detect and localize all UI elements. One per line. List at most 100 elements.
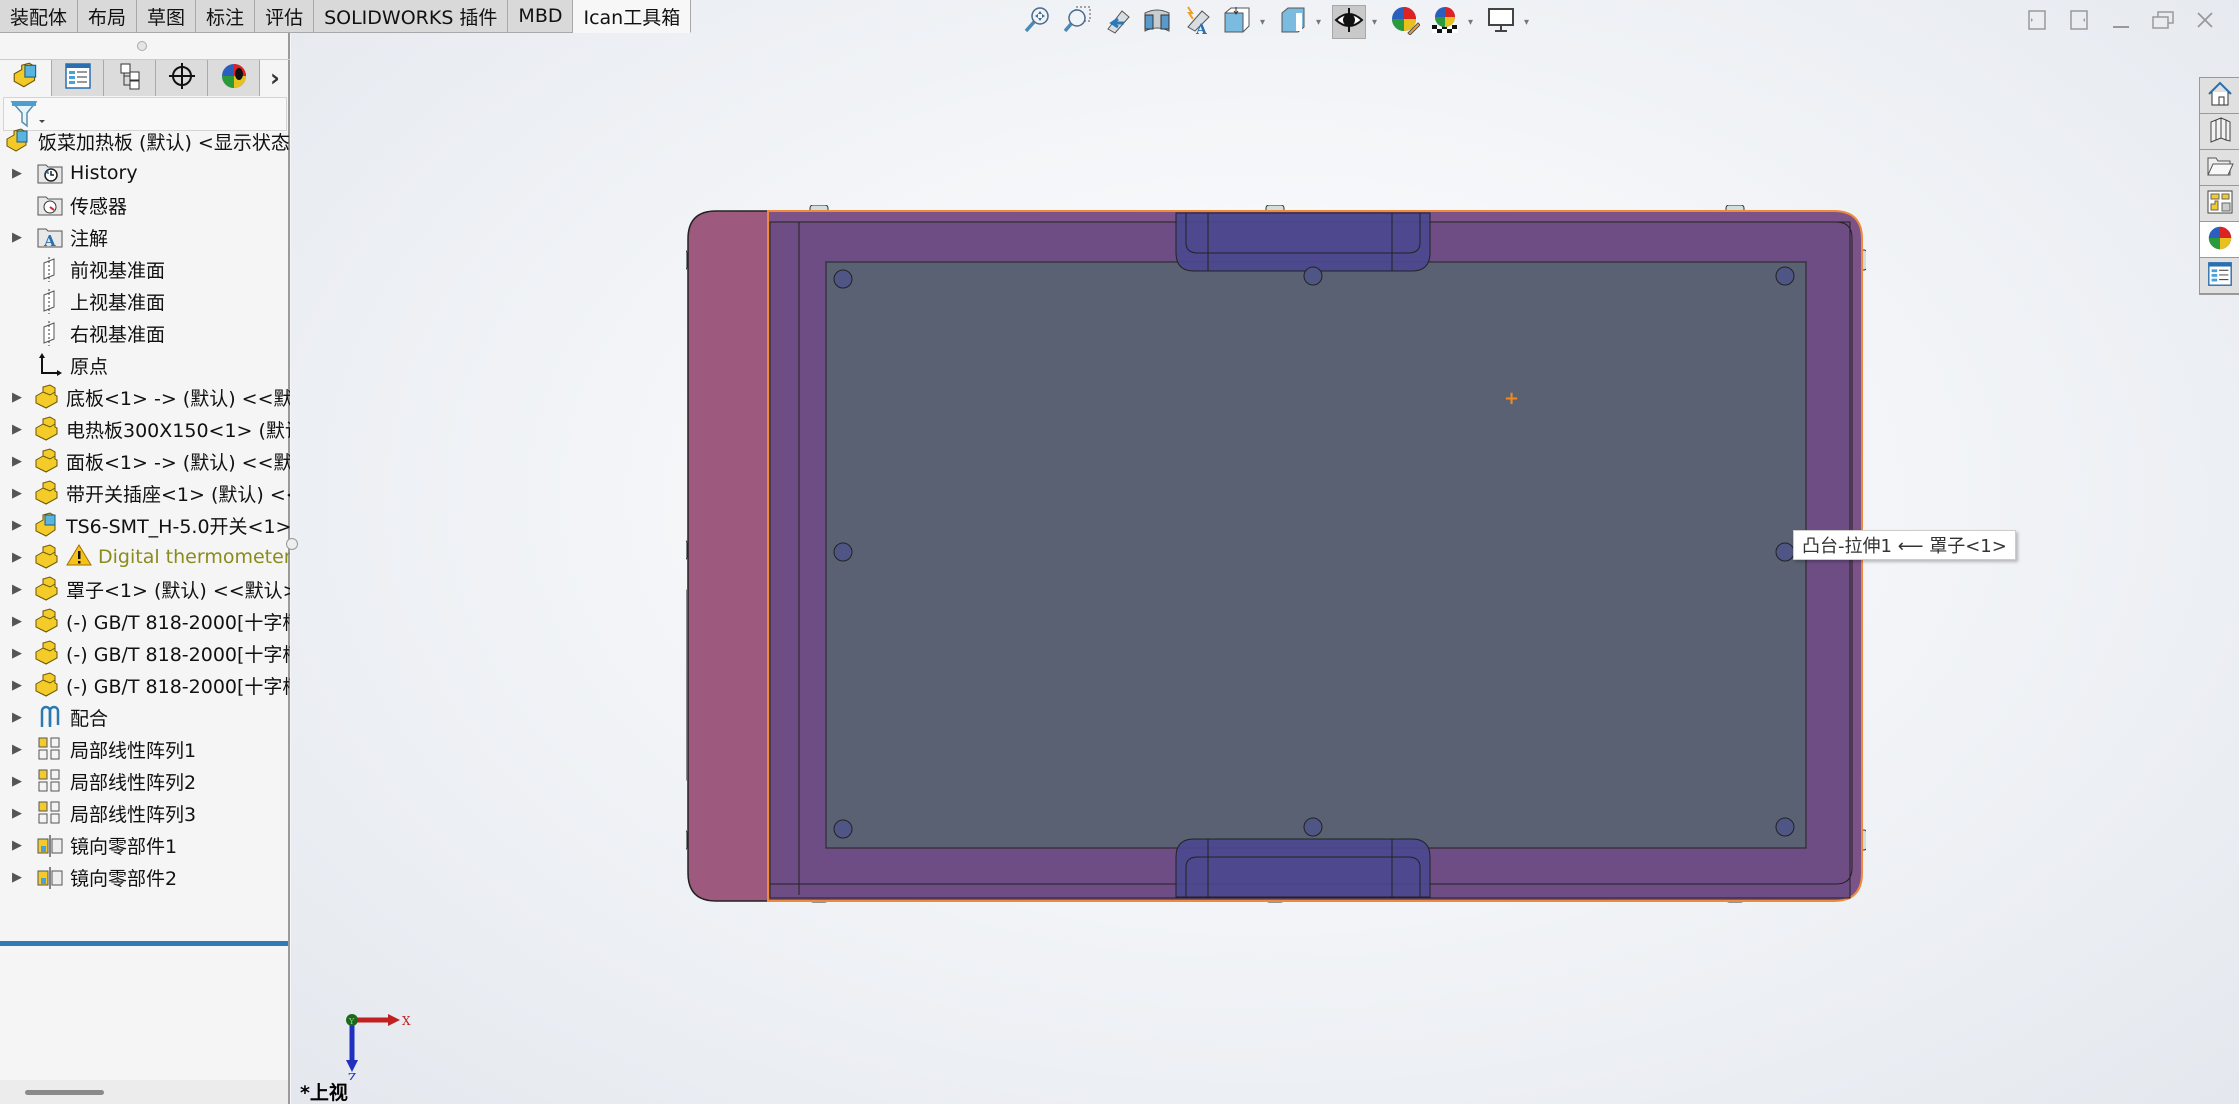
zoom-to-fit-button[interactable] [1020,5,1054,39]
tree-item-label: 局部线性阵列1 [70,739,197,762]
tree-item[interactable]: ▶ 底板<1> -> (默认) <<默认 [0,381,290,413]
scrollbar-thumb[interactable] [25,1090,104,1095]
tab-0[interactable]: 装配体 [0,0,79,33]
close-icon[interactable] [2193,8,2217,32]
tree-item[interactable]: 上视基准面 [0,285,290,317]
tree-item[interactable]: ▶ History [0,157,290,189]
chevron-right-icon[interactable]: › [260,60,290,96]
tree-item[interactable]: ▶ A 注解 [0,221,290,253]
expand-arrow-icon[interactable]: ▶ [12,582,22,597]
tree-item[interactable]: 前视基准面 [0,253,290,285]
tree-item[interactable]: ▶ 局部线性阵列3 [0,797,290,829]
tree-item[interactable]: ▶ (-) GB∕T 818-2000[十字槽 [0,669,290,701]
expand-arrow-icon[interactable]: ▶ [12,390,22,405]
tile-right-icon[interactable] [2067,8,2091,32]
task-pane-tab-design-library[interactable] [2200,114,2239,150]
tree-item[interactable]: 传感器 [0,189,290,221]
tree-item[interactable]: ▶ TS6-SMT_H-5.0开关<1> ( [0,509,290,541]
tile-left-icon[interactable] [2025,8,2049,32]
expand-arrow-icon[interactable]: ▶ [12,678,22,693]
display-style-button[interactable] [1276,5,1310,39]
tree-item[interactable]: ▶ 镜向零部件2 [0,861,290,893]
dropdown-arrow-icon[interactable]: ▾ [1316,17,1326,28]
tab-5[interactable]: SOLIDWORKS 插件 [314,0,509,33]
tree-item-label: 罩子<1> (默认) <<默认>_ [66,579,290,602]
task-pane-tab-appearances[interactable] [2200,222,2239,258]
expand-arrow-icon[interactable]: ▶ [12,742,26,757]
minimize-icon[interactable] [2109,8,2133,32]
restore-icon[interactable] [2151,8,2175,32]
tab-6[interactable]: MBD [508,0,574,33]
tree-item[interactable]: ▶ 电热板300X150<1> (默认 [0,413,290,445]
tab-2[interactable]: 草图 [137,0,197,33]
view-orientation-button[interactable] [1220,5,1254,39]
tree-item[interactable]: 右视基准面 [0,317,290,349]
tree-item[interactable]: ▶ 配合 [0,701,290,733]
expand-arrow-icon[interactable]: ▶ [12,230,26,245]
task-pane-tab-file-explorer[interactable] [2200,150,2239,186]
assembly-model-top-view[interactable] [686,205,1866,905]
expand-arrow-icon[interactable]: ▶ [12,166,26,181]
manager-tab-configurationmanager[interactable] [104,60,156,96]
tab-3[interactable]: 标注 [196,0,256,33]
reference-triad[interactable]: X Y Z [338,1010,418,1080]
tree-item[interactable]: ▶ (-) GB∕T 818-2000[十字槽 [0,605,290,637]
expand-arrow-icon[interactable]: ▶ [12,646,22,661]
expand-arrow-icon[interactable]: ▶ [12,838,26,853]
tree-item-label: 上视基准面 [70,291,166,314]
tree-item[interactable]: ▶ 面板<1> -> (默认) <<默认 [0,445,290,477]
tree-item[interactable]: ▶ 带开关插座<1> (默认) <<默 [0,477,290,509]
dynamic-annotation-views-button[interactable]: A [1180,5,1214,39]
task-pane-tab-view-palette[interactable] [2200,186,2239,222]
tree-item[interactable]: ▶ Digital thermometer [0,541,290,573]
expand-arrow-icon[interactable]: ▶ [12,614,22,629]
manager-tab-displaymanager[interactable] [208,60,260,96]
tree-root-item[interactable]: 饭菜加热板 (默认) <显示状态-3 [0,125,290,157]
expand-arrow-icon[interactable]: ▶ [12,710,26,725]
edit-appearance-button[interactable] [1388,5,1422,39]
apply-scene-button[interactable] [1428,5,1462,39]
tree-item-label: (-) GB∕T 818-2000[十字槽 [66,643,290,666]
expand-arrow-icon[interactable]: ▶ [12,422,22,437]
tree-item[interactable]: ▶ 罩子<1> (默认) <<默认>_ [0,573,290,605]
expand-arrow-icon[interactable]: ▶ [12,518,22,533]
tree-item[interactable]: ▶ (-) GB∕T 818-2000[十字槽 [0,637,290,669]
expand-arrow-icon[interactable]: ▶ [12,550,22,565]
tab-1[interactable]: 布局 [78,0,138,33]
panel-split-handle[interactable] [137,41,147,51]
expand-arrow-icon[interactable]: ▶ [12,870,26,885]
part-icon [32,383,60,411]
tree-item[interactable]: ▶ 镜向零部件1 [0,829,290,861]
part-icon [32,479,60,507]
task-pane-tab-solidworks-resources[interactable] [2200,78,2239,114]
dropdown-arrow-icon[interactable]: ▾ [1524,17,1534,28]
solidworks-resources-icon [2206,80,2234,112]
manager-tab-propertymanager[interactable] [52,60,104,96]
task-pane-tab-custom-properties[interactable] [2200,258,2239,294]
section-view-button[interactable] [1140,5,1174,39]
tree-item[interactable]: ▶ 局部线性阵列2 [0,765,290,797]
section-view-icon [1142,5,1172,39]
manager-tab-dimxpert[interactable] [156,60,208,96]
view-settings-button[interactable] [1484,5,1518,39]
horizontal-scrollbar[interactable] [0,1080,288,1104]
tab-4[interactable]: 评估 [255,0,315,33]
rollback-bar[interactable] [0,941,288,946]
expand-arrow-icon[interactable]: ▶ [12,486,22,501]
tree-item[interactable]: ▶ 局部线性阵列1 [0,733,290,765]
expand-arrow-icon[interactable]: ▶ [12,806,26,821]
previous-view-button[interactable] [1100,5,1134,39]
hide-show-items-button[interactable] [1332,5,1366,39]
expand-arrow-icon[interactable]: ▶ [12,774,26,789]
zoom-to-area-button[interactable] [1060,5,1094,39]
tab-7[interactable]: Ican工具箱 [573,0,692,33]
dropdown-arrow-icon[interactable]: ▾ [1372,17,1382,28]
manager-tab-featuremanager[interactable] [0,60,52,96]
dropdown-arrow-icon[interactable]: ▾ [1468,17,1478,28]
zoom-to-area-icon [1062,5,1092,39]
panel-collapse-handle[interactable] [286,538,298,550]
dropdown-arrow-icon[interactable]: ▾ [1260,17,1270,28]
tree-item[interactable]: 原点 [0,349,290,381]
expand-arrow-icon[interactable]: ▶ [12,454,22,469]
svg-text:A: A [1195,22,1208,35]
